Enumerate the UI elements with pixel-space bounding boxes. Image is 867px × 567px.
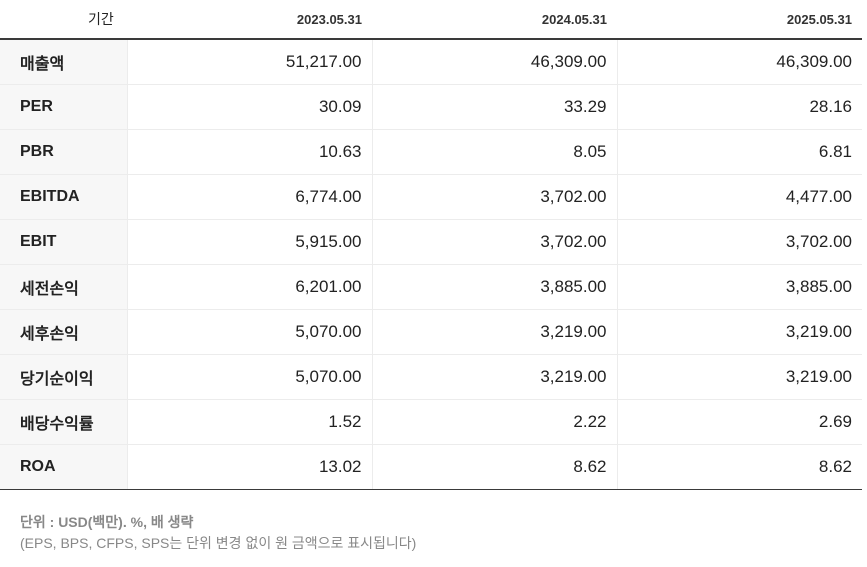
table-row: 매출액 51,217.00 46,309.00 46,309.00 (0, 39, 862, 85)
table-cell: 8.62 (616, 444, 862, 490)
row-label: ROA (0, 444, 127, 490)
row-label: EBIT (0, 219, 127, 265)
table-cell: 3,885.00 (371, 264, 617, 310)
table-row: PER 30.09 33.29 28.16 (0, 84, 862, 130)
financial-summary: 기간 2023.05.31 2024.05.31 2025.05.31 매출액 … (0, 0, 862, 554)
table-row: 세후손익 5,070.00 3,219.00 3,219.00 (0, 309, 862, 355)
disclaimer-note: (EPS, BPS, CFPS, SPS는 단위 변경 없이 원 금액으로 표시… (20, 535, 417, 551)
table-cell: 33.29 (371, 84, 617, 130)
header-row: 기간 2023.05.31 2024.05.31 2025.05.31 (0, 0, 862, 40)
table-cell: 2.69 (616, 399, 862, 445)
period-header-label: 기간 (0, 0, 127, 40)
table-row: 배당수익률 1.52 2.22 2.69 (0, 399, 862, 445)
table-cell: 3,219.00 (371, 354, 617, 400)
table-cell: 46,309.00 (371, 39, 617, 85)
row-label: 당기순이익 (0, 354, 127, 400)
table-row: 세전손익 6,201.00 3,885.00 3,885.00 (0, 264, 862, 310)
table-row: EBITDA 6,774.00 3,702.00 4,477.00 (0, 174, 862, 220)
row-label: EBITDA (0, 174, 127, 220)
table-cell: 10.63 (126, 129, 372, 175)
table-notes: 단위 : USD(백만). %, 배 생략 (EPS, BPS, CFPS, S… (0, 490, 862, 554)
period-header-2024: 2024.05.31 (372, 0, 617, 40)
row-label: 세후손익 (0, 309, 127, 355)
table-row: 당기순이익 5,070.00 3,219.00 3,219.00 (0, 354, 862, 400)
table-cell: 5,915.00 (126, 219, 372, 265)
table-row: ROA 13.02 8.62 8.62 (0, 444, 862, 490)
table-cell: 5,070.00 (126, 354, 372, 400)
table-header: 기간 2023.05.31 2024.05.31 2025.05.31 (0, 0, 862, 40)
table-cell: 30.09 (126, 84, 372, 130)
table-cell: 3,219.00 (616, 309, 862, 355)
table-row: PBR 10.63 8.05 6.81 (0, 129, 862, 175)
row-label: PBR (0, 129, 127, 175)
row-label: PER (0, 84, 127, 130)
table-cell: 1.52 (126, 399, 372, 445)
table-body: 매출액 51,217.00 46,309.00 46,309.00 PER 30… (0, 39, 862, 490)
table-cell: 6.81 (616, 129, 862, 175)
table-cell: 51,217.00 (126, 39, 372, 85)
table-cell: 3,885.00 (616, 264, 862, 310)
financial-table: 기간 2023.05.31 2024.05.31 2025.05.31 매출액 … (0, 0, 862, 490)
table-cell: 28.16 (616, 84, 862, 130)
period-header-2025: 2025.05.31 (617, 0, 862, 40)
table-cell: 3,702.00 (371, 174, 617, 220)
table-cell: 13.02 (126, 444, 372, 490)
table-cell: 3,219.00 (371, 309, 617, 355)
table-cell: 4,477.00 (616, 174, 862, 220)
table-cell: 8.05 (371, 129, 617, 175)
row-label: 매출액 (0, 39, 127, 85)
table-cell: 6,774.00 (126, 174, 372, 220)
table-cell: 3,219.00 (616, 354, 862, 400)
table-cell: 46,309.00 (616, 39, 862, 85)
table-cell: 3,702.00 (616, 219, 862, 265)
table-cell: 8.62 (371, 444, 617, 490)
table-cell: 2.22 (371, 399, 617, 445)
table-cell: 3,702.00 (371, 219, 617, 265)
row-label: 세전손익 (0, 264, 127, 310)
period-header-2023: 2023.05.31 (127, 0, 372, 40)
table-row: EBIT 5,915.00 3,702.00 3,702.00 (0, 219, 862, 265)
row-label: 배당수익률 (0, 399, 127, 445)
table-cell: 5,070.00 (126, 309, 372, 355)
unit-note: 단위 : USD(백만). %, 배 생략 (20, 514, 194, 530)
table-cell: 6,201.00 (126, 264, 372, 310)
